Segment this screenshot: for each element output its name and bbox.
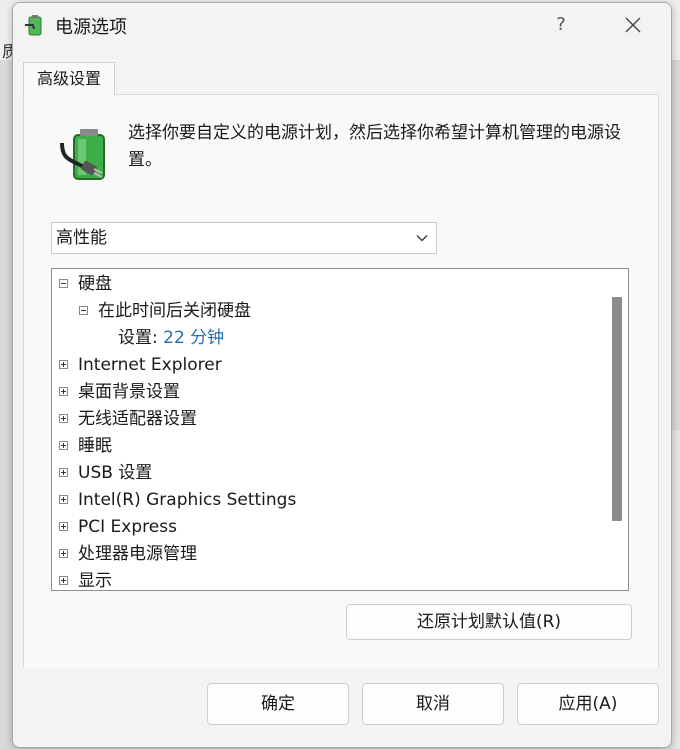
settings-panel: 选择你要自定义的电源计划，然后选择你希望计算机管理的电源设置。 高性能 硬盘 在… — [23, 94, 659, 669]
tree-item-pci-express[interactable]: PCI Express — [59, 514, 177, 541]
power-options-icon — [25, 15, 42, 36]
setting-label: 设置: — [118, 328, 158, 348]
tree-item-turn-off-disk[interactable]: 在此时间后关闭硬盘 — [79, 298, 251, 325]
ok-button[interactable]: 确定 — [207, 683, 349, 725]
expand-icon[interactable] — [59, 387, 68, 396]
tree-item-desktop-background[interactable]: 桌面背景设置 — [59, 379, 180, 406]
tree-item-label: 无线适配器设置 — [78, 409, 197, 429]
battery-plug-icon — [60, 129, 105, 180]
tree-item-intel-graphics[interactable]: Intel(R) Graphics Settings — [59, 487, 296, 514]
tree-item-label: 处理器电源管理 — [78, 544, 197, 564]
tree-item-label: Internet Explorer — [78, 355, 222, 375]
collapse-icon[interactable] — [79, 306, 88, 315]
tree-item-hard-disk[interactable]: 硬盘 — [59, 271, 112, 298]
close-button[interactable] — [611, 7, 655, 43]
tree-item-label: 桌面背景设置 — [78, 382, 180, 402]
collapse-icon[interactable] — [59, 279, 68, 288]
apply-button[interactable]: 应用(A) — [517, 683, 659, 725]
close-icon — [625, 17, 641, 33]
tab-advanced-settings[interactable]: 高级设置 — [23, 62, 115, 95]
tree-scrollbar[interactable] — [606, 269, 628, 590]
tree-item-label: PCI Express — [78, 517, 177, 537]
tree-item-label: 显示 — [78, 571, 112, 591]
settings-tree[interactable]: 硬盘 在此时间后关闭硬盘 设置: 22 分钟 Internet Explorer… — [51, 268, 629, 591]
power-plan-select[interactable]: 高性能 — [51, 222, 437, 254]
scrollbar-thumb[interactable] — [612, 297, 622, 521]
help-button[interactable]: ? — [541, 7, 581, 43]
expand-icon[interactable] — [59, 360, 68, 369]
tree-item-display[interactable]: 显示 — [59, 568, 112, 591]
tree-item-label: Intel(R) Graphics Settings — [78, 490, 297, 510]
chevron-down-icon — [416, 235, 428, 242]
tree-item-internet-explorer[interactable]: Internet Explorer — [59, 352, 222, 379]
tree-item-setting-value[interactable]: 设置: 22 分钟 — [118, 325, 224, 352]
power-options-dialog: 电源选项 ? 高级设置 选择你要自定义的电源计划，然后选择你希望计算机管理的电源… — [12, 2, 672, 748]
tree-item-processor-power[interactable]: 处理器电源管理 — [59, 541, 197, 568]
tree-item-label: USB 设置 — [78, 463, 153, 483]
tree-item-usb[interactable]: USB 设置 — [59, 460, 152, 487]
tree-item-label: 睡眠 — [78, 436, 112, 456]
title-bar[interactable]: 电源选项 ? — [13, 3, 671, 47]
tree-item-wireless-adapter[interactable]: 无线适配器设置 — [59, 406, 197, 433]
setting-value-link[interactable]: 22 分钟 — [163, 328, 224, 348]
expand-icon[interactable] — [59, 549, 68, 558]
tree-item-label: 硬盘 — [78, 274, 112, 294]
description-text: 选择你要自定义的电源计划，然后选择你希望计算机管理的电源设置。 — [128, 123, 621, 170]
expand-icon[interactable] — [59, 468, 68, 477]
expand-icon[interactable] — [59, 441, 68, 450]
expand-icon[interactable] — [59, 414, 68, 423]
window-title: 电源选项 — [55, 17, 127, 38]
cancel-button[interactable]: 取消 — [362, 683, 504, 725]
expand-icon[interactable] — [59, 495, 68, 504]
tree-item-sleep[interactable]: 睡眠 — [59, 433, 112, 460]
expand-icon[interactable] — [59, 576, 68, 585]
tree-item-label: 在此时间后关闭硬盘 — [98, 301, 251, 321]
restore-defaults-button[interactable]: 还原计划默认值(R) — [346, 604, 632, 640]
power-plan-value: 高性能 — [56, 228, 107, 248]
expand-icon[interactable] — [59, 522, 68, 531]
